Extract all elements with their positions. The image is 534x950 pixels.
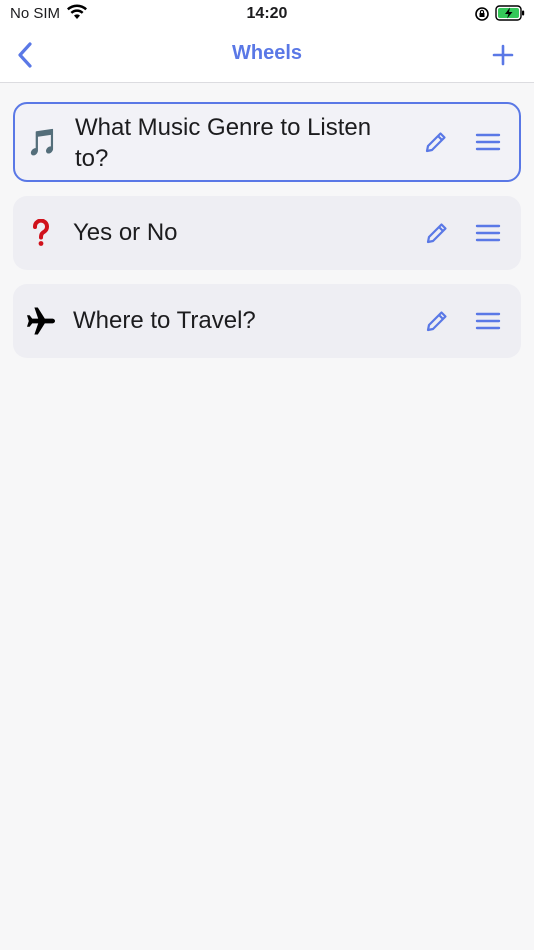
wheel-item-yes-or-no[interactable]: Yes or No — [13, 196, 521, 270]
drag-handle[interactable] — [471, 216, 505, 250]
pencil-icon — [426, 311, 447, 332]
question-mark-icon — [25, 217, 57, 249]
wheel-item-travel[interactable]: Where to Travel? — [13, 284, 521, 358]
music-note-icon: 🎵 — [26, 126, 60, 157]
airplane-icon — [25, 305, 57, 337]
drag-handle[interactable] — [471, 125, 505, 159]
drag-handle[interactable] — [471, 304, 505, 338]
page-title: Wheels — [231, 42, 303, 64]
pencil-icon — [426, 223, 447, 244]
wheel-list: 🎵 What Music Genre to Listen to? Yes or … — [13, 102, 521, 372]
edit-button[interactable] — [420, 304, 454, 338]
reorder-icon — [475, 224, 501, 242]
nav-bar: Wheels — [0, 28, 534, 83]
wheel-item-label: Yes or No — [73, 219, 178, 246]
wheel-item-label: What Music Genre to Listen to? — [75, 114, 372, 172]
battery-charging-icon — [495, 5, 525, 26]
add-wheel-button[interactable] — [486, 38, 520, 72]
edit-button[interactable] — [419, 125, 453, 159]
edit-button[interactable] — [420, 216, 454, 250]
orientation-lock-icon — [474, 6, 490, 27]
reorder-icon — [475, 312, 501, 330]
wheel-item-label: Where to Travel? — [73, 307, 256, 334]
pencil-icon — [425, 132, 446, 153]
status-time: 14:20 — [246, 5, 288, 22]
reorder-icon — [475, 133, 501, 151]
wheel-item-music-genre[interactable]: 🎵 What Music Genre to Listen to? — [13, 102, 521, 182]
plus-icon — [492, 44, 514, 66]
status-bar: No SIM 14:20 — [0, 0, 534, 28]
